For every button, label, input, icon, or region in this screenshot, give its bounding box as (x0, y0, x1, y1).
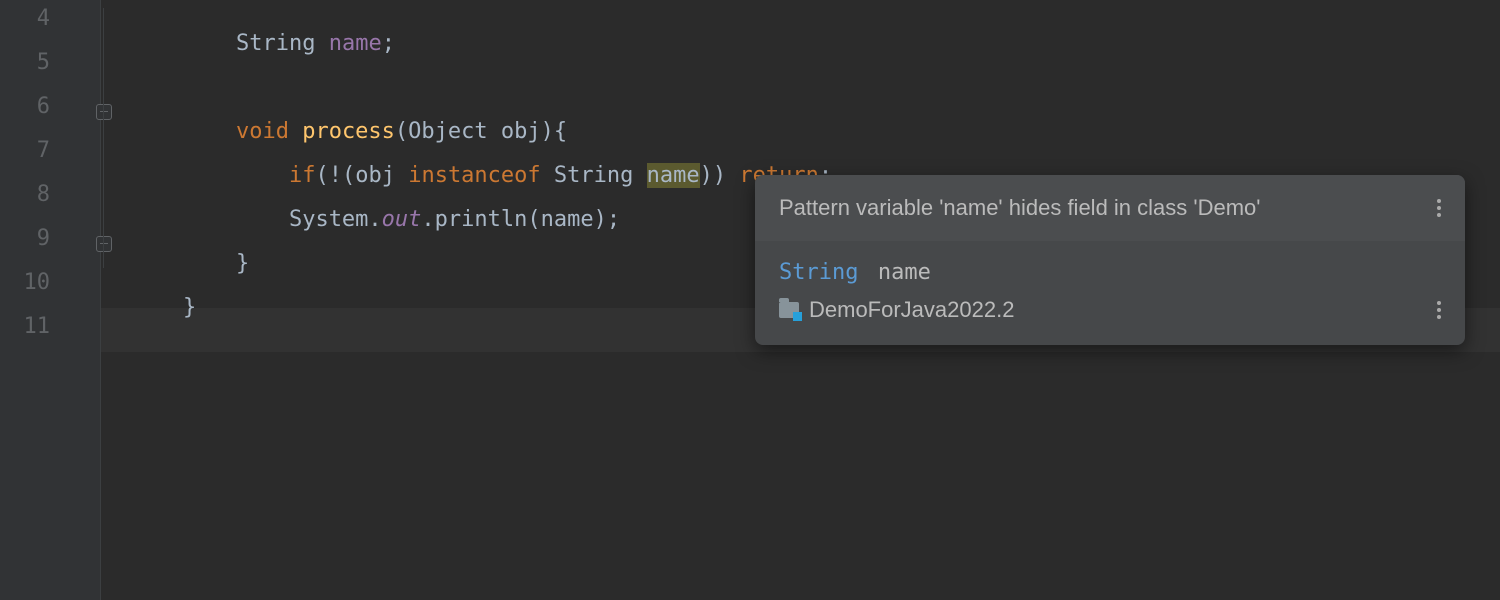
line-number: 11 (24, 314, 51, 339)
line-number: 8 (37, 182, 50, 207)
punct-token: ); (594, 207, 621, 232)
more-actions-icon[interactable] (1437, 301, 1441, 319)
identifier-token: name (541, 207, 594, 232)
fold-collapse-icon[interactable] (96, 96, 112, 120)
tooltip-body: String name DemoForJava2022.2 (755, 241, 1465, 345)
declaration-name: name (878, 260, 931, 285)
field-token: name (329, 31, 382, 56)
space (633, 163, 646, 188)
indent (183, 31, 236, 56)
fold-guide-line (103, 8, 104, 268)
fold-collapse-icon[interactable] (96, 228, 112, 252)
line-number: 6 (37, 94, 50, 119)
space (726, 163, 739, 188)
inspection-message: Pattern variable 'name' hides field in c… (779, 195, 1260, 221)
identifier-token: .println( (421, 207, 540, 232)
static-field-token: out (382, 207, 422, 232)
code-line[interactable]: } (130, 270, 196, 345)
space (315, 31, 328, 56)
module-path: DemoForJava2022.2 (809, 297, 1014, 323)
brace-token: } (236, 251, 249, 276)
line-number: 10 (24, 270, 51, 295)
line-number: 9 (37, 226, 50, 251)
editor-gutter: 4 5 6 7 8 9 10 11 (0, 0, 101, 600)
brace-token: } (183, 295, 196, 320)
tooltip-header: Pattern variable 'name' hides field in c… (755, 175, 1465, 241)
line-number: 5 (37, 50, 50, 75)
punct-token: ; (382, 31, 395, 56)
more-actions-icon[interactable] (1437, 199, 1441, 217)
code-line[interactable]: String name; (130, 6, 395, 81)
declaration-type: String (779, 260, 858, 285)
module-folder-icon (779, 302, 799, 318)
inspection-tooltip[interactable]: Pattern variable 'name' hides field in c… (755, 175, 1465, 345)
declaration-name (865, 260, 878, 285)
pattern-variable-highlight[interactable]: name (647, 163, 700, 188)
line-number: 4 (37, 6, 50, 31)
punct-token: )) (700, 163, 727, 188)
identifier-token: System. (289, 207, 382, 232)
type-token: String (236, 31, 315, 56)
line-number: 7 (37, 138, 50, 163)
